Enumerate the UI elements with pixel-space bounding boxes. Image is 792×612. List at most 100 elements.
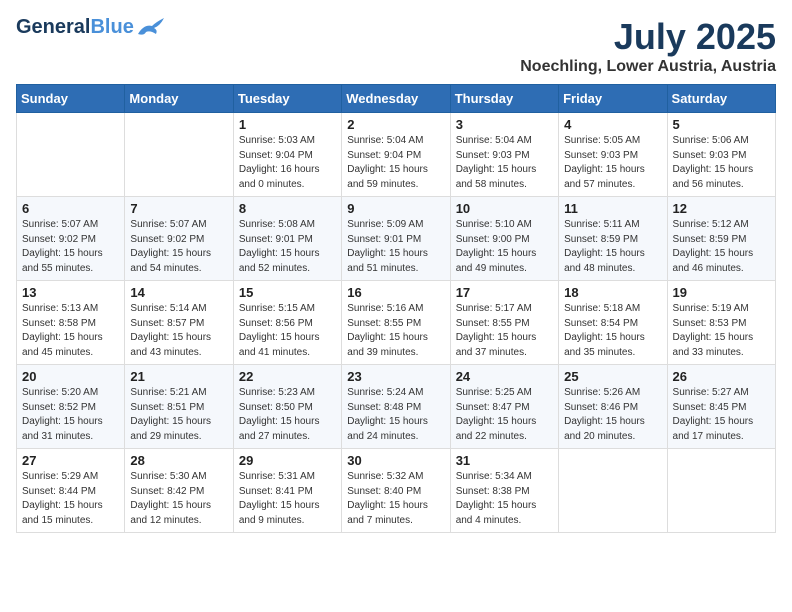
- day-number: 28: [130, 453, 227, 468]
- day-info: Sunrise: 5:23 AM Sunset: 8:50 PM Dayligh…: [239, 386, 336, 444]
- day-info: Sunrise: 5:30 AM Sunset: 8:42 PM Dayligh…: [130, 470, 227, 528]
- weekday-header: Wednesday: [342, 85, 450, 113]
- calendar-cell: 7 Sunrise: 5:07 AM Sunset: 9:02 PM Daylig…: [125, 197, 233, 281]
- day-number: 22: [239, 369, 336, 384]
- day-info: Sunrise: 5:31 AM Sunset: 8:41 PM Dayligh…: [239, 470, 336, 528]
- calendar-cell: 25Sunrise: 5:26 AM Sunset: 8:46 PM Dayli…: [559, 365, 667, 449]
- day-info: Sunrise: 5:27 AM Sunset: 8:45 PM Dayligh…: [673, 386, 770, 444]
- weekday-header: Sunday: [17, 85, 125, 113]
- day-info: Sunrise: 5:15 AM Sunset: 8:56 PM Dayligh…: [239, 302, 336, 360]
- page-header: GeneralBlue July 2025 Noechling, Lower A…: [16, 16, 776, 76]
- day-number: 20: [22, 369, 119, 384]
- day-number: 17: [456, 285, 553, 300]
- calendar-table: SundayMondayTuesdayWednesdayThursdayFrid…: [16, 84, 776, 533]
- weekday-header: Friday: [559, 85, 667, 113]
- logo-text: GeneralBlue: [16, 16, 134, 38]
- day-number: 29: [239, 453, 336, 468]
- calendar-cell: 10 Sunrise: 5:10 AM Sunset: 9:00 PM Dayli…: [450, 197, 558, 281]
- weekday-header: Thursday: [450, 85, 558, 113]
- calendar-cell: 9 Sunrise: 5:09 AM Sunset: 9:01 PM Daylig…: [342, 197, 450, 281]
- calendar-cell: [559, 449, 667, 533]
- day-number: 26: [673, 369, 770, 384]
- calendar-week-row: 20 Sunrise: 5:20 AM Sunset: 8:52 PM Dayli…: [17, 365, 776, 449]
- day-number: 10: [456, 201, 553, 216]
- day-info: Sunrise: 5:12 AM Sunset: 8:59 PM Dayligh…: [673, 218, 770, 276]
- calendar-cell: 5 Sunrise: 5:06 AM Sunset: 9:03 PM Daylig…: [667, 113, 775, 197]
- calendar-week-row: 13Sunrise: 5:13 AM Sunset: 8:58 PM Dayli…: [17, 281, 776, 365]
- day-number: 19: [673, 285, 770, 300]
- calendar-cell: 20 Sunrise: 5:20 AM Sunset: 8:52 PM Dayli…: [17, 365, 125, 449]
- calendar-cell: 17Sunrise: 5:17 AM Sunset: 8:55 PM Dayli…: [450, 281, 558, 365]
- day-number: 1: [239, 117, 336, 132]
- weekday-header: Monday: [125, 85, 233, 113]
- logo-bird-icon: [136, 16, 164, 38]
- day-info: Sunrise: 5:04 AM Sunset: 9:03 PM Dayligh…: [456, 134, 553, 192]
- calendar-cell: [17, 113, 125, 197]
- calendar-cell: 14 Sunrise: 5:14 AM Sunset: 8:57 PM Dayli…: [125, 281, 233, 365]
- day-info: Sunrise: 5:04 AM Sunset: 9:04 PM Dayligh…: [347, 134, 444, 192]
- day-number: 9: [347, 201, 444, 216]
- day-info: Sunrise: 5:08 AM Sunset: 9:01 PM Dayligh…: [239, 218, 336, 276]
- main-title: July 2025: [520, 16, 776, 58]
- calendar-cell: 30 Sunrise: 5:32 AM Sunset: 8:40 PM Dayli…: [342, 449, 450, 533]
- day-number: 3: [456, 117, 553, 132]
- day-info: Sunrise: 5:34 AM Sunset: 8:38 PM Dayligh…: [456, 470, 553, 528]
- day-number: 8: [239, 201, 336, 216]
- calendar-cell: 4Sunrise: 5:05 AM Sunset: 9:03 PM Daylig…: [559, 113, 667, 197]
- day-number: 21: [130, 369, 227, 384]
- day-info: Sunrise: 5:25 AM Sunset: 8:47 PM Dayligh…: [456, 386, 553, 444]
- calendar-week-row: 6Sunrise: 5:07 AM Sunset: 9:02 PM Daylig…: [17, 197, 776, 281]
- day-number: 4: [564, 117, 661, 132]
- day-number: 16: [347, 285, 444, 300]
- calendar-cell: [125, 113, 233, 197]
- day-number: 15: [239, 285, 336, 300]
- day-info: Sunrise: 5:29 AM Sunset: 8:44 PM Dayligh…: [22, 470, 119, 528]
- day-number: 7: [130, 201, 227, 216]
- calendar-cell: [667, 449, 775, 533]
- day-number: 12: [673, 201, 770, 216]
- calendar-cell: 29 Sunrise: 5:31 AM Sunset: 8:41 PM Dayli…: [233, 449, 341, 533]
- day-number: 18: [564, 285, 661, 300]
- calendar-cell: 11Sunrise: 5:11 AM Sunset: 8:59 PM Dayli…: [559, 197, 667, 281]
- day-info: Sunrise: 5:32 AM Sunset: 8:40 PM Dayligh…: [347, 470, 444, 528]
- day-number: 14: [130, 285, 227, 300]
- day-number: 24: [456, 369, 553, 384]
- day-info: Sunrise: 5:19 AM Sunset: 8:53 PM Dayligh…: [673, 302, 770, 360]
- day-info: Sunrise: 5:10 AM Sunset: 9:00 PM Dayligh…: [456, 218, 553, 276]
- title-area: July 2025 Noechling, Lower Austria, Aust…: [520, 16, 776, 76]
- day-info: Sunrise: 5:03 AM Sunset: 9:04 PM Dayligh…: [239, 134, 336, 192]
- day-info: Sunrise: 5:09 AM Sunset: 9:01 PM Dayligh…: [347, 218, 444, 276]
- day-info: Sunrise: 5:16 AM Sunset: 8:55 PM Dayligh…: [347, 302, 444, 360]
- calendar-week-row: 1 Sunrise: 5:03 AM Sunset: 9:04 PM Daylig…: [17, 113, 776, 197]
- day-info: Sunrise: 5:07 AM Sunset: 9:02 PM Dayligh…: [130, 218, 227, 276]
- day-info: Sunrise: 5:20 AM Sunset: 8:52 PM Dayligh…: [22, 386, 119, 444]
- day-number: 2: [347, 117, 444, 132]
- calendar-cell: 16 Sunrise: 5:16 AM Sunset: 8:55 PM Dayli…: [342, 281, 450, 365]
- day-info: Sunrise: 5:06 AM Sunset: 9:03 PM Dayligh…: [673, 134, 770, 192]
- weekday-header: Saturday: [667, 85, 775, 113]
- calendar-cell: 19 Sunrise: 5:19 AM Sunset: 8:53 PM Dayli…: [667, 281, 775, 365]
- calendar-cell: 3 Sunrise: 5:04 AM Sunset: 9:03 PM Daylig…: [450, 113, 558, 197]
- calendar-week-row: 27Sunrise: 5:29 AM Sunset: 8:44 PM Dayli…: [17, 449, 776, 533]
- calendar-cell: 27Sunrise: 5:29 AM Sunset: 8:44 PM Dayli…: [17, 449, 125, 533]
- calendar-cell: 12 Sunrise: 5:12 AM Sunset: 8:59 PM Dayli…: [667, 197, 775, 281]
- calendar-cell: 2 Sunrise: 5:04 AM Sunset: 9:04 PM Daylig…: [342, 113, 450, 197]
- calendar-cell: 22 Sunrise: 5:23 AM Sunset: 8:50 PM Dayli…: [233, 365, 341, 449]
- weekday-header: Tuesday: [233, 85, 341, 113]
- day-info: Sunrise: 5:18 AM Sunset: 8:54 PM Dayligh…: [564, 302, 661, 360]
- day-number: 5: [673, 117, 770, 132]
- day-info: Sunrise: 5:07 AM Sunset: 9:02 PM Dayligh…: [22, 218, 119, 276]
- day-info: Sunrise: 5:26 AM Sunset: 8:46 PM Dayligh…: [564, 386, 661, 444]
- day-info: Sunrise: 5:11 AM Sunset: 8:59 PM Dayligh…: [564, 218, 661, 276]
- day-number: 30: [347, 453, 444, 468]
- calendar-cell: 1 Sunrise: 5:03 AM Sunset: 9:04 PM Daylig…: [233, 113, 341, 197]
- day-number: 13: [22, 285, 119, 300]
- calendar-cell: 6Sunrise: 5:07 AM Sunset: 9:02 PM Daylig…: [17, 197, 125, 281]
- calendar-cell: 28 Sunrise: 5:30 AM Sunset: 8:42 PM Dayli…: [125, 449, 233, 533]
- calendar-cell: 21 Sunrise: 5:21 AM Sunset: 8:51 PM Dayli…: [125, 365, 233, 449]
- day-info: Sunrise: 5:14 AM Sunset: 8:57 PM Dayligh…: [130, 302, 227, 360]
- day-info: Sunrise: 5:21 AM Sunset: 8:51 PM Dayligh…: [130, 386, 227, 444]
- calendar-cell: 13Sunrise: 5:13 AM Sunset: 8:58 PM Dayli…: [17, 281, 125, 365]
- logo: GeneralBlue: [16, 16, 164, 38]
- calendar-cell: 26 Sunrise: 5:27 AM Sunset: 8:45 PM Dayli…: [667, 365, 775, 449]
